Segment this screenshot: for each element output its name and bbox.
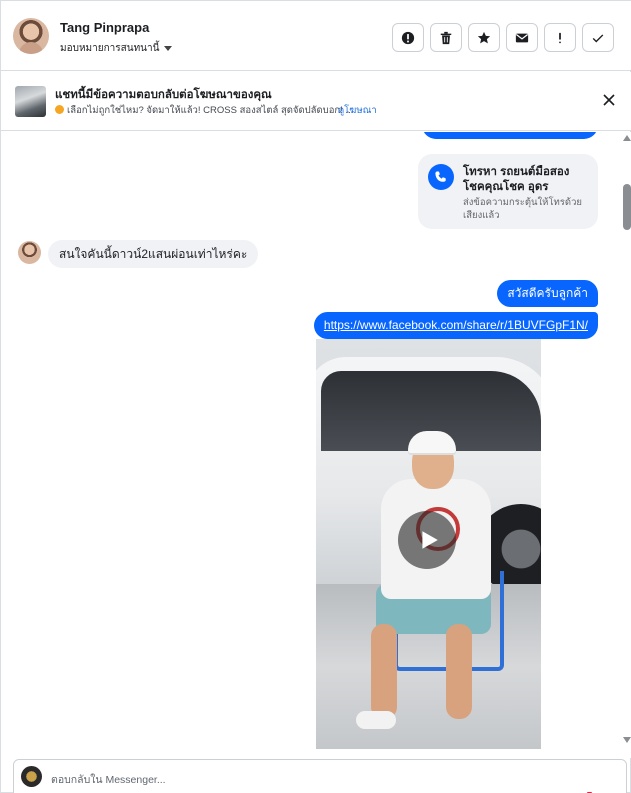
call-request-card[interactable]: โทรหา รถยนต์มือสอง โชคคุณโชค อุดร ส่งข้อ… [418, 154, 598, 229]
page-avatar [21, 766, 42, 787]
conversation-header: Tang Pinprapa มอบหมายการสนทนานี้ [1, 1, 631, 71]
scrollbar-thumb[interactable] [623, 184, 631, 230]
play-button[interactable] [398, 511, 456, 569]
ad-banner-subtitle: เลือกไม่ถูกใช่ไหม? จัดมาให้แล้ว! CROSS ส… [55, 103, 353, 118]
call-card-subtitle: ส่งข้อความกระตุ้นให้โทรด้วยเสียงแล้ว [463, 197, 582, 221]
mark-unread-button[interactable] [506, 23, 538, 52]
view-ad-link[interactable]: ดูโฆษณา [338, 103, 377, 118]
checkmark-icon [592, 33, 604, 42]
video-person-cap [408, 431, 456, 453]
phone-icon [428, 164, 454, 190]
star-icon [477, 31, 491, 43]
scroll-up-arrow-icon[interactable] [623, 135, 631, 141]
delete-button[interactable] [430, 23, 462, 52]
outgoing-link-bubble[interactable]: https://www.facebook.com/share/r/1BUVFGp… [313, 312, 598, 339]
star-button[interactable] [468, 23, 500, 52]
scroll-down-arrow-icon[interactable] [623, 737, 631, 743]
assign-conversation-dropdown[interactable]: มอบหมายการสนทนานี้ [60, 41, 173, 56]
exclamation-icon [559, 32, 561, 43]
ad-reply-banner: แชทนี้มีข้อความตอบกลับต่อโฆษณาของคุณ เลื… [1, 72, 631, 131]
contact-avatar-small [18, 241, 41, 264]
alert-circle-icon [401, 31, 415, 44]
play-icon [422, 531, 438, 549]
conversation-panel: Tang Pinprapa มอบหมายการสนทนานี้ แชทนี้ม… [0, 0, 631, 793]
assign-label: มอบหมายการสนทนานี้ [60, 43, 160, 54]
outgoing-message-bubble: สวัสดีครับลูกค้า [497, 280, 598, 307]
ad-banner-title: แชทนี้มีข้อความตอบกลับต่อโฆษณาของคุณ [55, 89, 272, 101]
incoming-message-bubble: สนใจคันนี้ดาวน์2แสนผ่อนเท่าไหร่คะ [48, 240, 259, 268]
chevron-down-icon [164, 46, 173, 51]
envelope-icon [515, 33, 529, 42]
video-person-leg [446, 624, 472, 719]
thread-scrollbar[interactable] [622, 132, 631, 758]
close-icon[interactable] [602, 93, 616, 107]
reply-composer[interactable]: ตอบกลับใน Messenger... [13, 759, 627, 793]
follow-up-button[interactable] [544, 23, 576, 52]
outgoing-message-bubble [422, 132, 598, 139]
video-person-shoe [356, 711, 396, 729]
emoji-icon [55, 105, 64, 114]
call-card-title: โทรหา รถยนต์มือสอง โชคคุณโชค อุดร [463, 166, 570, 193]
conversation-actions [392, 23, 614, 52]
mark-done-button[interactable] [582, 23, 614, 52]
contact-avatar[interactable] [13, 18, 49, 54]
trash-icon [440, 31, 452, 44]
message-thread: โทรหา รถยนต์มือสอง โชคคุณโชค อุดร ส่งข้อ… [1, 132, 622, 758]
reply-input[interactable]: ตอบกลับใน Messenger... [51, 771, 166, 788]
contact-name[interactable]: Tang Pinprapa [60, 20, 149, 35]
video-attachment[interactable] [316, 339, 541, 749]
video-person-leg [371, 624, 397, 719]
report-spam-button[interactable] [392, 23, 424, 52]
ad-thumbnail [15, 86, 46, 117]
ad-subtitle-text: เลือกไม่ถูกใช่ไหม? จัดมาให้แล้ว! CROSS ส… [67, 105, 354, 116]
